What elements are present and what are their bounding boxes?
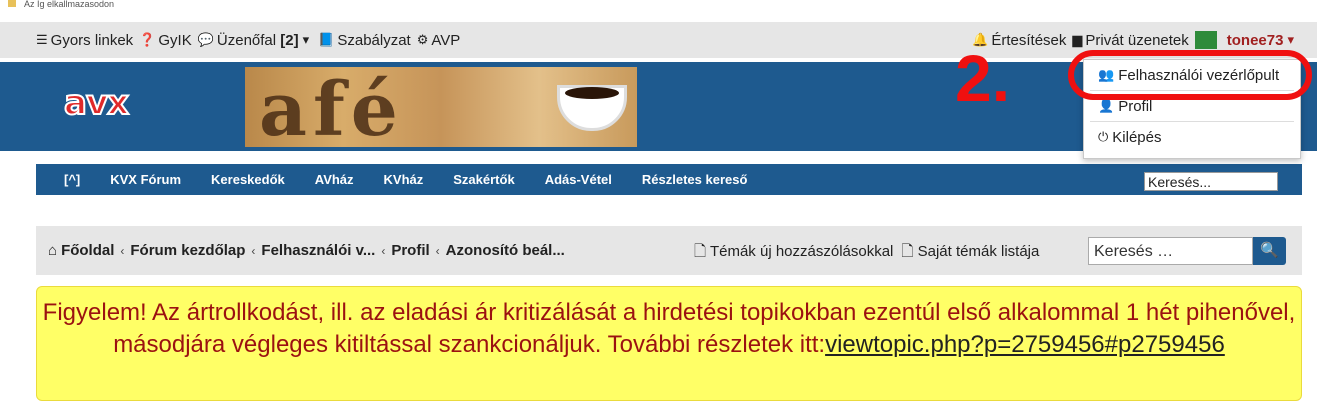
wall-label: Üzenőfal (216, 31, 277, 49)
cafe-banner-image: afé (245, 67, 637, 147)
quick-links-menu[interactable]: ☰ Gyors linkek (36, 32, 133, 49)
breadcrumb-ucp[interactable]: Felhasználói v... (261, 242, 375, 259)
breadcrumb-forum-index[interactable]: Fórum kezdőlap (130, 242, 245, 259)
browser-tab-strip: Az Ig elkallmazasodon (0, 0, 1317, 12)
chevron-left-icon: ‹ (435, 243, 440, 258)
breadcrumb-identity-settings[interactable]: Azonosító beál... (446, 242, 565, 259)
own-topics-label: Saját témák listája (917, 243, 1040, 260)
private-messages-link[interactable]: ▆ Privát üzenetek (1072, 32, 1188, 49)
menu-item-logout-label: Kilépés (1112, 128, 1162, 146)
faq-label: GyIK (158, 31, 192, 49)
menu-item-profile-label: Profil (1118, 97, 1153, 115)
tab-title: Az Ig elkallmazasodon (24, 0, 115, 9)
wall-count: [2] (280, 31, 299, 49)
chevron-left-icon: ‹ (381, 243, 386, 258)
category-kvhaz[interactable]: KVház (384, 172, 424, 187)
breadcrumb-home[interactable]: Főoldal (61, 242, 114, 259)
new-posts-topics-label: Témák új hozzászólásokkal (709, 243, 894, 260)
cafe-banner-text: afé (259, 67, 404, 147)
avp-link[interactable]: ⚙ AVP (417, 32, 461, 49)
breadcrumb-profile[interactable]: Profil (391, 242, 429, 259)
caret-down-icon: ▾ (302, 32, 310, 47)
category-avhaz[interactable]: AVház (315, 172, 354, 187)
rules-label: Szabályzat (337, 31, 411, 49)
menu-item-logout[interactable]: ⏻ Kilépés (1084, 122, 1300, 152)
quick-links-label: Gyors linkek (50, 31, 134, 49)
chevron-left-icon: ‹ (251, 243, 256, 258)
menu-icon: ☰ (36, 32, 48, 47)
category-adas-vetel[interactable]: Adás-Vétel (545, 172, 612, 187)
home-icon: ⌂ (48, 242, 58, 259)
category-kereskedok[interactable]: Kereskedők (211, 172, 285, 187)
warning-notice: Figyelem! Az ártrollkodást, ill. az elad… (36, 286, 1302, 401)
chevron-left-icon: ‹ (120, 243, 125, 258)
book-icon: 📘 (318, 32, 335, 47)
file-icon: 🗋 (694, 243, 707, 260)
rules-link[interactable]: 📘 Szabályzat (318, 32, 411, 49)
question-icon: ❓ (139, 32, 156, 47)
search-icon: 🔍 (1260, 242, 1279, 259)
coffee-icon (565, 87, 619, 99)
own-topics-link[interactable]: 🗋 Saját témák listája (901, 241, 1039, 266)
folder-icon (8, 0, 16, 7)
notice-link[interactable]: viewtopic.php?p=2759456#p2759456 (825, 331, 1225, 358)
category-reszletes-kereso[interactable]: Részletes kereső (642, 172, 748, 187)
username: tonee73 (1226, 31, 1284, 49)
category-search-input[interactable]: Keresés... (1144, 172, 1278, 191)
file-icon: 🗋 (901, 243, 914, 260)
annotation-step-number: 2. (955, 41, 1011, 115)
comments-icon: 💬 (197, 32, 214, 47)
breadcrumb-bar: ⌂ Főoldal ‹ Fórum kezdőlap ‹ Felhasználó… (36, 226, 1302, 275)
user-avatar (1194, 31, 1217, 49)
topic-links: 🗋 Témák új hozzászólásokkal 🗋 Saját témá… (694, 241, 1047, 266)
wall-menu[interactable]: 💬 Üzenőfal [2] ▾ (198, 32, 312, 49)
category-kvx-forum[interactable]: KVX Fórum (110, 172, 181, 187)
search-input[interactable]: Keresés … (1088, 237, 1253, 265)
new-posts-topics-link[interactable]: 🗋 Témák új hozzászólásokkal (694, 241, 893, 266)
caret-down-icon: ▾ (1287, 32, 1294, 47)
user-icon: 👤 (1098, 98, 1115, 113)
private-messages-label: Privát üzenetek (1085, 31, 1189, 49)
faq-link[interactable]: ❓ GyIK (139, 32, 192, 49)
category-szakertok[interactable]: Szakértők (453, 172, 514, 187)
annotation-circle (1068, 50, 1312, 100)
avp-label: AVP (431, 31, 461, 49)
cogs-icon: ⚙ (416, 32, 429, 47)
power-icon: ⏻ (1098, 129, 1109, 144)
search-button[interactable]: 🔍 (1253, 237, 1286, 265)
category-bar: [^] KVX Fórum Kereskedők AVház KVház Sza… (36, 164, 1302, 195)
avx-logo[interactable]: avx (63, 82, 130, 124)
category-up[interactable]: [^] (64, 172, 80, 187)
user-menu[interactable]: tonee73 ▾ (1194, 31, 1297, 49)
message-icon: ▆ (1072, 32, 1083, 47)
